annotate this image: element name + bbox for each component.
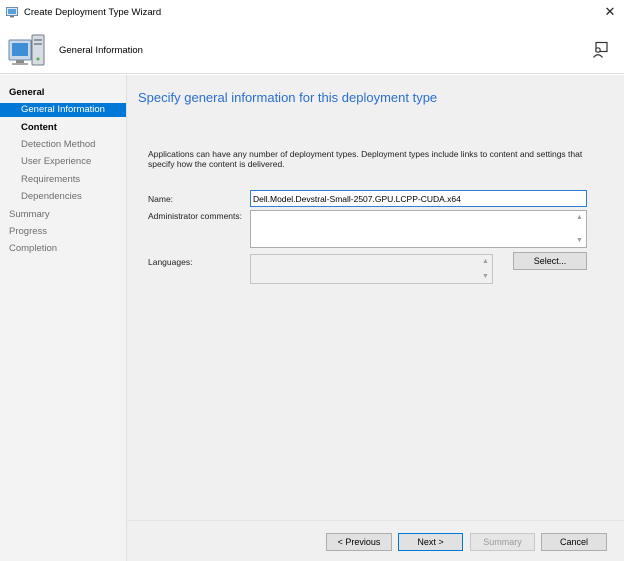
name-label: Name:: [148, 194, 174, 204]
page-heading: Specify general information for this dep…: [138, 90, 438, 105]
cancel-button[interactable]: Cancel: [541, 533, 607, 551]
nav-requirements[interactable]: Requirements: [0, 173, 126, 187]
nav-detection-method[interactable]: Detection Method: [0, 138, 126, 152]
admin-comments-label: Administrator comments:: [148, 211, 242, 221]
page-description: Applications can have any number of depl…: [148, 149, 583, 169]
nav-general-information[interactable]: General Information: [0, 103, 126, 117]
nav-summary[interactable]: Summary: [0, 208, 126, 222]
close-icon[interactable]: ✕: [600, 3, 620, 21]
scroll-down-icon[interactable]: ▼: [481, 272, 490, 281]
main-content: Specify general information for this dep…: [127, 75, 624, 520]
previous-button[interactable]: < Previous: [326, 533, 392, 551]
nav-general[interactable]: General: [0, 86, 126, 100]
scroll-up-icon[interactable]: ▲: [481, 257, 490, 266]
languages-list[interactable]: ▲ ▼: [250, 254, 493, 284]
select-languages-button[interactable]: Select...: [513, 252, 587, 270]
scroll-up-icon[interactable]: ▲: [575, 213, 584, 222]
computer-monitor-icon: [8, 34, 45, 66]
wizard-header: General Information: [0, 26, 624, 74]
languages-label: Languages:: [148, 257, 193, 267]
nav-dependencies[interactable]: Dependencies: [0, 190, 126, 204]
title-bar: Create Deployment Type Wizard ✕: [0, 0, 624, 26]
nav-user-experience[interactable]: User Experience: [0, 155, 126, 169]
scroll-down-icon[interactable]: ▼: [575, 236, 584, 245]
help-person-icon[interactable]: [591, 41, 609, 59]
next-button[interactable]: Next >: [398, 533, 463, 551]
admin-comments-textarea[interactable]: ▲ ▼: [250, 210, 587, 248]
nav-content[interactable]: Content: [0, 121, 126, 135]
summary-button: Summary: [470, 533, 535, 551]
nav-completion[interactable]: Completion: [0, 242, 126, 256]
nav-progress[interactable]: Progress: [0, 225, 126, 239]
header-title: General Information: [59, 45, 143, 56]
wizard-footer: < Previous Next > Summary Cancel: [127, 520, 624, 561]
window-title: Create Deployment Type Wizard: [24, 7, 162, 18]
name-input[interactable]: [250, 190, 587, 207]
wizard-steps-sidebar: General General Information Content Dete…: [0, 75, 127, 561]
wizard-app-icon: [6, 7, 18, 18]
